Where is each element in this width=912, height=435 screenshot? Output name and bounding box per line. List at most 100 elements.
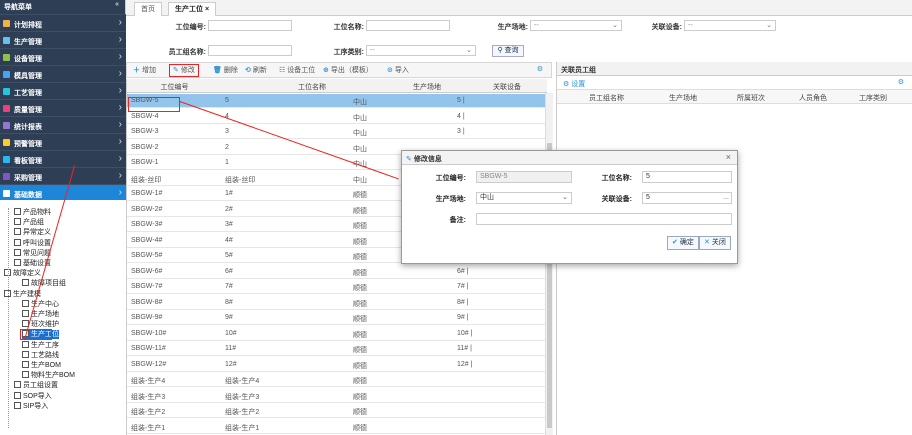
tree-node[interactable]: 生产场地	[22, 310, 59, 319]
table-cell: 顺德	[353, 207, 367, 215]
sidebar-menu-item[interactable]: 生产管理 ›	[0, 31, 126, 49]
file-icon	[14, 401, 21, 409]
tab-production-station[interactable]: 生产工位 ×	[168, 2, 217, 16]
site-field[interactable]: 中山 ⌄	[476, 192, 572, 204]
table-row[interactable]: SBGW-12# 12# 顺德 12# |	[127, 358, 545, 372]
tree-node[interactable]: 常见问题	[14, 248, 51, 258]
file-icon	[22, 299, 29, 307]
tree-node[interactable]: 故障项目组	[22, 279, 66, 288]
col-device[interactable]: 关联设备	[457, 82, 557, 92]
refresh-button[interactable]: ⟲ 刷新	[245, 65, 267, 77]
table-cell: 顺德	[353, 300, 367, 308]
table-row[interactable]: SBGW-4 4 中山 4 |	[127, 110, 545, 124]
tree-node[interactable]: 物料生产BOM	[22, 371, 75, 380]
table-row[interactable]: SBGW-9# 9# 顺德 9# |	[127, 311, 545, 325]
tree-node[interactable]: 产品组	[14, 218, 44, 227]
close-button[interactable]: ✕ 关闭	[699, 236, 731, 250]
station-no-field[interactable]: SBGW-5	[476, 171, 572, 183]
file-icon	[22, 350, 29, 358]
device-station-button[interactable]: ☷ 设备工位	[279, 65, 315, 77]
staff-group-input[interactable]	[208, 45, 292, 56]
tree-node[interactable]: SIP导入	[14, 401, 48, 411]
sidebar-menu-item[interactable]: 质量管理 ›	[0, 99, 126, 117]
edit-dialog: ✎ 修改信息 × 工位编号: SBGW-5 工位名称: 5 生产场地: 中山 ⌄ …	[401, 150, 738, 264]
file-icon	[22, 340, 29, 348]
tree-node[interactable]: 产品物料	[14, 208, 51, 217]
close-icon[interactable]: ×	[726, 152, 731, 162]
delete-button[interactable]: 🗑 删除	[213, 65, 238, 77]
tree-node[interactable]: 呼叫设置	[14, 238, 51, 248]
table-cell: 5	[225, 97, 229, 104]
table-row[interactable]: 组装-生产4 组装-生产4 顺德	[127, 373, 545, 387]
col-shift[interactable]: 所属班次	[737, 93, 765, 103]
site-select[interactable]: -- ⌄	[530, 20, 622, 31]
sidebar-menu-item[interactable]: 计划排程 ›	[0, 14, 126, 32]
table-row[interactable]: SBGW-3 3 中山 3 |	[127, 125, 545, 139]
remark-field[interactable]	[476, 213, 732, 225]
table-row[interactable]: SBGW-8# 8# 顺德 8# |	[127, 296, 545, 310]
tree-node-label: 故障项目组	[31, 280, 66, 288]
sidebar-menu-item[interactable]: 模具管理 ›	[0, 65, 126, 83]
query-button[interactable]: ⚲ 查询	[492, 45, 524, 57]
tree-node[interactable]: 工艺路线	[22, 350, 59, 360]
table-row[interactable]: 组装-生产2 组装-生产2 顺德	[127, 404, 545, 418]
col-station-no[interactable]: 工位编号	[127, 82, 222, 92]
table-cell: 顺德	[353, 393, 367, 401]
sidebar-menu-item[interactable]: 设备管理 ›	[0, 48, 126, 66]
tab-close-icon[interactable]: ×	[205, 6, 209, 13]
settings-button[interactable]: ⚙ 设置	[563, 81, 585, 88]
sidebar-menu-item[interactable]: 统计报表 ›	[0, 116, 126, 134]
refresh-icon: ⟲	[245, 67, 251, 74]
tree-node[interactable]: 生产中心	[22, 299, 59, 309]
table-cell: SBGW-3#	[131, 221, 163, 228]
table-row[interactable]: SBGW-7# 7# 顺德 7# |	[127, 280, 545, 294]
device-field[interactable]: 5...	[642, 192, 732, 204]
table-cell: 中山	[353, 114, 367, 122]
tree-node[interactable]: 故障定义	[4, 269, 41, 278]
ok-button[interactable]: ✔ 确定	[667, 236, 699, 250]
sidebar-menu-item[interactable]: 采购管理 ›	[0, 167, 126, 185]
export-button[interactable]: ⊕ 导出（模板）	[323, 65, 373, 77]
col-station-name[interactable]: 工位名称	[222, 82, 402, 92]
col-group-name[interactable]: 员工组名称	[589, 93, 624, 103]
sidebar-menu-item[interactable]: 工艺管理 ›	[0, 82, 126, 100]
add-button[interactable]: ＋增加	[133, 65, 156, 77]
tree-node[interactable]: 生产BOM	[22, 361, 61, 370]
ellipsis-icon[interactable]: ...	[723, 193, 729, 203]
station-name-field[interactable]: 5	[642, 171, 732, 183]
sidebar-menu-item[interactable]: 看板管理 ›	[0, 150, 126, 168]
import-button[interactable]: ⊙ 导入	[387, 65, 409, 77]
collapse-icon[interactable]: «	[115, 1, 119, 8]
tree-node-label: 生产BOM	[31, 362, 61, 369]
device-label: 关联设备:	[601, 196, 632, 203]
gear-icon[interactable]: ⚙	[537, 65, 543, 73]
process-type-select[interactable]: -- ⌄	[366, 45, 476, 56]
sidebar-menu-item[interactable]: 预警管理 ›	[0, 133, 126, 151]
table-row[interactable]: 组装-生产3 组装-生产3 顺德	[127, 389, 545, 403]
col-group-site[interactable]: 生产场地	[669, 93, 697, 103]
gear-icon[interactable]: ⚙	[898, 78, 904, 86]
tab-home[interactable]: 首页	[134, 2, 162, 16]
device-select[interactable]: -- ⌄	[684, 20, 776, 31]
station-no-input[interactable]	[208, 20, 292, 31]
col-role[interactable]: 人员角色	[799, 93, 827, 103]
table-row[interactable]: SBGW-6# 6# 顺德 6# |	[127, 265, 545, 279]
process-select-value: --	[370, 47, 375, 54]
tree-node[interactable]: 员工组设置	[14, 381, 58, 390]
tree-node[interactable]: SOP导入	[14, 391, 52, 401]
tree-node[interactable]: 异常定义	[14, 228, 51, 237]
col-process-type[interactable]: 工序类别	[859, 93, 887, 103]
table-cell: SBGW-2	[131, 143, 159, 151]
edit-button[interactable]: ✎ 修改	[169, 64, 199, 77]
table-cell: 组装-丝印	[225, 176, 256, 184]
table-cell: 1#	[225, 190, 233, 197]
tree-node[interactable]: 生产工序	[22, 340, 59, 350]
table-row[interactable]: 组装-生产1 组装-生产1 顺德	[127, 420, 545, 434]
station-name-input[interactable]	[366, 20, 450, 31]
grid-scrollbar[interactable]	[545, 93, 553, 435]
table-row[interactable]: SBGW-10# 10# 顺德 10# |	[127, 327, 545, 341]
table-cell: 10#	[225, 329, 237, 337]
sidebar-title: 导航菜单	[4, 4, 32, 11]
table-row[interactable]: SBGW-11# 11# 顺德 11# |	[127, 342, 545, 356]
table-row[interactable]: SBGW-5 5 中山 5 |	[127, 94, 545, 108]
